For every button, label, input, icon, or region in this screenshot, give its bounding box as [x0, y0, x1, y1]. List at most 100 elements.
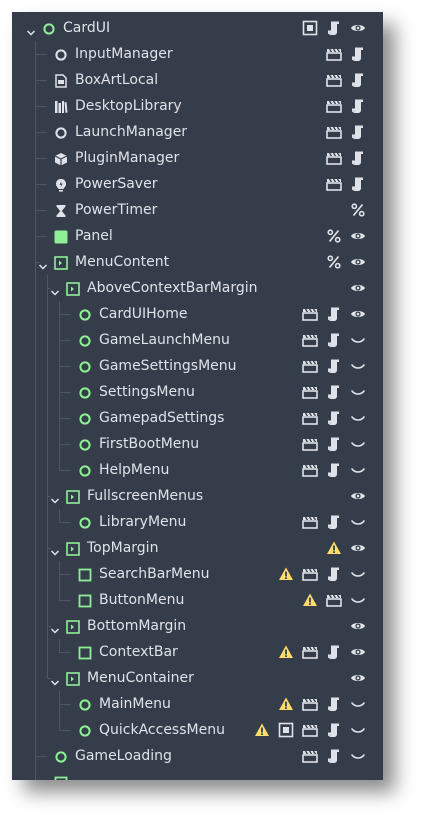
- script-icon[interactable]: [326, 384, 342, 400]
- tree-item[interactable]: HelpMenu: [12, 457, 378, 483]
- chevron-down-icon[interactable]: [50, 283, 60, 296]
- script-icon[interactable]: [350, 176, 366, 192]
- tree-item[interactable]: PluginManager: [12, 145, 378, 171]
- tree-item[interactable]: GameLaunchMenu: [12, 327, 378, 353]
- script-icon[interactable]: [350, 150, 366, 166]
- clapperboard-icon[interactable]: [326, 98, 342, 114]
- tree-item[interactable]: InputManager: [12, 41, 378, 67]
- clapperboard-icon[interactable]: [302, 436, 318, 452]
- script-icon[interactable]: [350, 46, 366, 62]
- chevron-down-icon[interactable]: [50, 621, 60, 634]
- clapperboard-icon[interactable]: [302, 332, 318, 348]
- script-icon-unique[interactable]: [278, 722, 294, 738]
- clapperboard-icon[interactable]: [302, 566, 318, 582]
- tree-item[interactable]: PowerTimer: [12, 197, 378, 223]
- tree-item[interactable]: BoxArtLocal: [12, 67, 378, 93]
- tree-item[interactable]: ButtonMenu: [12, 587, 378, 613]
- script-icon[interactable]: [350, 98, 366, 114]
- script-icon[interactable]: [326, 514, 342, 530]
- script-icon[interactable]: [350, 124, 366, 140]
- tree-item[interactable]: GameLoading: [12, 743, 378, 769]
- tree-item[interactable]: SettingsMenu: [12, 379, 378, 405]
- tree-item[interactable]: [12, 769, 378, 780]
- tree-item[interactable]: AboveContextBarMargin: [12, 275, 378, 301]
- hidden-eye-icon[interactable]: [350, 592, 366, 608]
- tree-item[interactable]: DesktopLibrary: [12, 93, 378, 119]
- clapperboard-icon[interactable]: [302, 462, 318, 478]
- clapperboard-icon[interactable]: [326, 176, 342, 192]
- tree-item[interactable]: QuickAccessMenu: [12, 717, 378, 743]
- tree-item[interactable]: LibraryMenu: [12, 509, 378, 535]
- script-icon[interactable]: [326, 462, 342, 478]
- script-icon[interactable]: [326, 306, 342, 322]
- tree-item[interactable]: GamepadSettings: [12, 405, 378, 431]
- script-icon[interactable]: [326, 696, 342, 712]
- clapperboard-icon[interactable]: [302, 306, 318, 322]
- hidden-eye-icon[interactable]: [350, 462, 366, 478]
- script-icon[interactable]: [326, 722, 342, 738]
- hidden-eye-icon[interactable]: [350, 384, 366, 400]
- chevron-down-icon[interactable]: [50, 543, 60, 556]
- tree-item[interactable]: MenuContainer: [12, 665, 378, 691]
- visibility-eye-icon[interactable]: [350, 306, 366, 322]
- visibility-eye-icon[interactable]: [350, 488, 366, 504]
- tree-item[interactable]: MenuContent: [12, 249, 378, 275]
- chevron-down-icon[interactable]: [50, 491, 60, 504]
- visibility-eye-icon[interactable]: [350, 644, 366, 660]
- tree-item[interactable]: FirstBootMenu: [12, 431, 378, 457]
- tree-item[interactable]: Panel: [12, 223, 378, 249]
- percent-icon[interactable]: [326, 228, 342, 244]
- visibility-eye-icon[interactable]: [350, 254, 366, 270]
- clapperboard-icon[interactable]: [326, 150, 342, 166]
- script-icon[interactable]: [326, 644, 342, 660]
- clapperboard-icon[interactable]: [302, 514, 318, 530]
- script-icon[interactable]: [326, 748, 342, 764]
- script-icon[interactable]: [326, 436, 342, 452]
- clapperboard-icon[interactable]: [326, 592, 342, 608]
- visibility-eye-icon[interactable]: [350, 618, 366, 634]
- hidden-eye-icon[interactable]: [350, 696, 366, 712]
- tree-item[interactable]: CardUIHome: [12, 301, 378, 327]
- script-icon[interactable]: [326, 566, 342, 582]
- tree-item[interactable]: BottomMargin: [12, 613, 378, 639]
- tree-item[interactable]: FullscreenMenus: [12, 483, 378, 509]
- script-icon[interactable]: [326, 358, 342, 374]
- clapperboard-icon[interactable]: [302, 358, 318, 374]
- script-icon[interactable]: [326, 410, 342, 426]
- visibility-eye-icon[interactable]: [350, 20, 366, 36]
- tree-item[interactable]: SearchBarMenu: [12, 561, 378, 587]
- clapperboard-icon[interactable]: [302, 722, 318, 738]
- tree-item[interactable]: LaunchManager: [12, 119, 378, 145]
- visibility-eye-icon[interactable]: [350, 228, 366, 244]
- clapperboard-icon[interactable]: [326, 72, 342, 88]
- visibility-eye-icon[interactable]: [350, 670, 366, 686]
- script-icon[interactable]: [326, 332, 342, 348]
- chevron-down-icon[interactable]: [26, 23, 36, 36]
- visibility-eye-icon[interactable]: [350, 540, 366, 556]
- script-icon[interactable]: [326, 20, 342, 36]
- hidden-eye-icon[interactable]: [350, 566, 366, 582]
- chevron-down-icon[interactable]: [50, 673, 60, 686]
- clapperboard-icon[interactable]: [302, 644, 318, 660]
- hidden-eye-icon[interactable]: [350, 332, 366, 348]
- percent-icon[interactable]: [350, 202, 366, 218]
- hidden-eye-icon[interactable]: [350, 514, 366, 530]
- tree-item[interactable]: GameSettingsMenu: [12, 353, 378, 379]
- chevron-down-icon[interactable]: [38, 257, 48, 270]
- clapperboard-icon[interactable]: [326, 46, 342, 62]
- hidden-eye-icon[interactable]: [350, 722, 366, 738]
- percent-icon[interactable]: [326, 254, 342, 270]
- script-icon[interactable]: [350, 72, 366, 88]
- clapperboard-icon[interactable]: [302, 696, 318, 712]
- clapperboard-icon[interactable]: [302, 410, 318, 426]
- tree-item[interactable]: MainMenu: [12, 691, 378, 717]
- tree-item[interactable]: CardUI: [12, 15, 378, 41]
- tree-item[interactable]: PowerSaver: [12, 171, 378, 197]
- clapperboard-icon[interactable]: [302, 384, 318, 400]
- visibility-eye-icon[interactable]: [350, 280, 366, 296]
- hidden-eye-icon[interactable]: [350, 410, 366, 426]
- hidden-eye-icon[interactable]: [350, 436, 366, 452]
- script-icon-unique[interactable]: [302, 20, 318, 36]
- hidden-eye-icon[interactable]: [350, 358, 366, 374]
- tree-item[interactable]: ContextBar: [12, 639, 378, 665]
